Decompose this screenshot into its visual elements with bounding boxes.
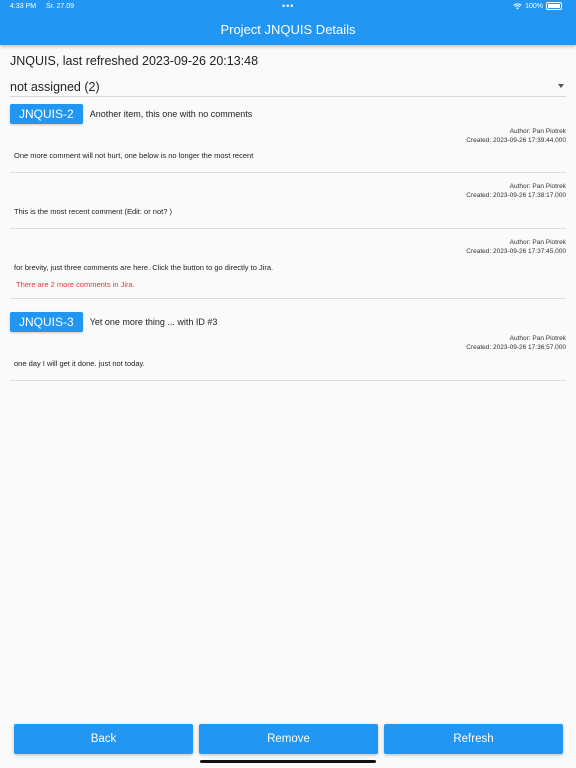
dropdown-selected-value: not assigned (2) bbox=[10, 80, 100, 94]
status-time: 4:33 PM bbox=[10, 3, 37, 10]
issue-header: JNQUIS-2 Another item, this one with no … bbox=[10, 104, 252, 124]
comment-author: Author: Pan Piotrek bbox=[509, 128, 566, 135]
comment-meta: Author: Pan Piotrek Created: 2023-09-26 … bbox=[466, 239, 566, 256]
comment-meta: Author: Pan Piotrek Created: 2023-09-26 … bbox=[466, 335, 566, 352]
comment-created: Created: 2023-09-26 17:39:44.000 bbox=[466, 136, 566, 144]
comment-divider bbox=[10, 172, 566, 173]
issue-summary: Another item, this one with no comments bbox=[89, 109, 253, 119]
more-comments-notice: There are 2 more comments in Jira. bbox=[16, 280, 135, 289]
comment-body: This is the most recent comment (Edit: o… bbox=[14, 207, 172, 216]
issue-header: JNQUIS-3 Yet one more thing ... with ID … bbox=[10, 312, 217, 332]
home-indicator[interactable] bbox=[200, 760, 376, 763]
comment-divider bbox=[10, 380, 566, 381]
issue-summary: Yet one more thing ... with ID #3 bbox=[89, 317, 218, 327]
chevron-down-icon bbox=[558, 84, 564, 88]
comment-author: Author: Pan Piotrek bbox=[509, 183, 566, 190]
remove-button[interactable]: Remove bbox=[199, 724, 378, 754]
last-refreshed-text: JNQUIS, last refreshed 2023-09-26 20:13:… bbox=[10, 54, 259, 68]
wifi-icon bbox=[513, 2, 522, 9]
multitasking-dots-icon[interactable]: ••• bbox=[282, 1, 294, 11]
issue-key-button[interactable]: JNQUIS-2 bbox=[10, 104, 83, 124]
comment-author: Author: Pan Piotrek bbox=[509, 335, 566, 342]
comment-divider bbox=[10, 228, 566, 229]
comment-body: One more comment will not hurt, one belo… bbox=[14, 151, 254, 160]
comment-created: Created: 2023-09-26 17:36:57.000 bbox=[466, 343, 566, 351]
issue-divider bbox=[10, 298, 566, 299]
status-date: Śr. 27.09 bbox=[46, 3, 75, 10]
comment-body: one day I will get it done. just not tod… bbox=[14, 359, 145, 368]
comment-created: Created: 2023-09-26 17:37:45.000 bbox=[466, 247, 566, 255]
comment-body: for brevity, just three comments are her… bbox=[14, 263, 274, 272]
assignee-filter-dropdown[interactable]: not assigned (2) bbox=[10, 78, 566, 97]
battery-percent: 100% bbox=[525, 2, 543, 10]
battery-icon bbox=[546, 2, 562, 10]
refresh-button[interactable]: Refresh bbox=[384, 724, 563, 754]
comment-meta: Author: Pan Piotrek Created: 2023-09-26 … bbox=[466, 183, 566, 200]
back-button[interactable]: Back bbox=[14, 724, 193, 754]
comment-author: Author: Pan Piotrek bbox=[509, 239, 566, 246]
page-title: Project JNQUIS Details bbox=[220, 22, 356, 37]
issue-key-button[interactable]: JNQUIS-3 bbox=[10, 312, 83, 332]
app-bar: Project JNQUIS Details bbox=[0, 14, 576, 45]
comment-created: Created: 2023-09-26 17:38:17.000 bbox=[466, 191, 566, 199]
status-bar: 4:33 PM Śr. 27.09 ••• 100% bbox=[0, 0, 576, 14]
comment-meta: Author: Pan Piotrek Created: 2023-09-26 … bbox=[466, 128, 566, 145]
